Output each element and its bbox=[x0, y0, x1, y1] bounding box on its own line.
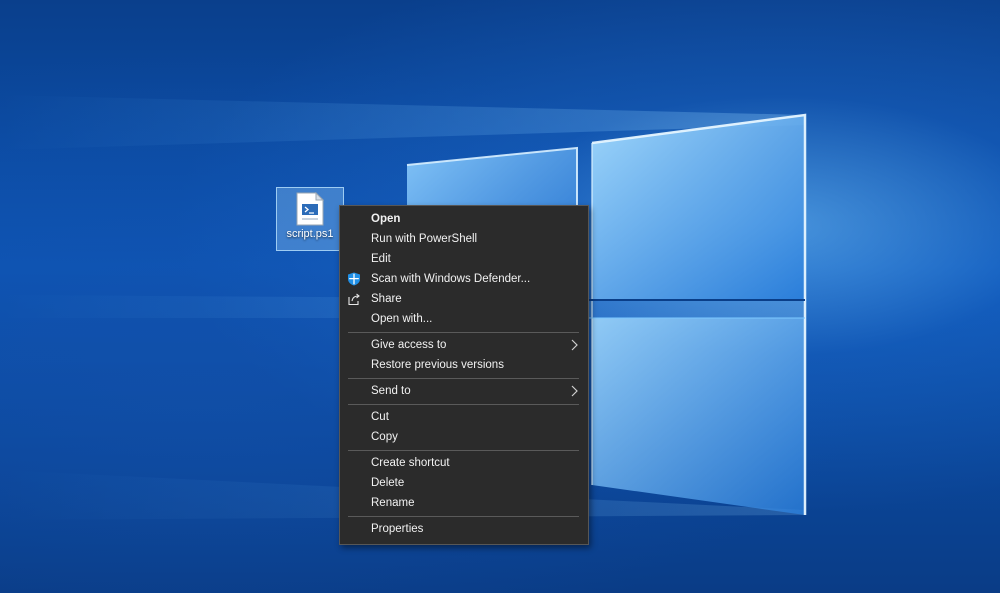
desktop-file-icon[interactable]: script.ps1 bbox=[276, 187, 344, 251]
menu-separator bbox=[348, 450, 579, 451]
menu-separator bbox=[348, 332, 579, 333]
desktop-file-name: script.ps1 bbox=[286, 228, 334, 240]
chevron-right-icon bbox=[569, 381, 579, 401]
menu-item-label: Give access to bbox=[371, 339, 447, 351]
menu-item-label: Share bbox=[371, 293, 402, 305]
menu-item-create-shortcut[interactable]: Create shortcut bbox=[340, 453, 588, 473]
menu-item-run-with-powershell[interactable]: Run with PowerShell bbox=[340, 229, 588, 249]
menu-item-label: Send to bbox=[371, 385, 411, 397]
menu-item-label: Copy bbox=[371, 431, 398, 443]
menu-item-restore-previous-versions[interactable]: Restore previous versions bbox=[340, 355, 588, 375]
share-icon bbox=[347, 292, 361, 306]
menu-item-label: Run with PowerShell bbox=[371, 233, 478, 245]
windows-defender-shield-icon bbox=[347, 272, 361, 286]
menu-item-cut[interactable]: Cut bbox=[340, 407, 588, 427]
menu-separator bbox=[348, 404, 579, 405]
menu-item-give-access-to[interactable]: Give access to bbox=[340, 335, 588, 355]
menu-item-label: Scan with Windows Defender... bbox=[371, 273, 531, 285]
menu-item-scan-with-windows-defender[interactable]: Scan with Windows Defender... bbox=[340, 269, 588, 289]
menu-item-label: Open bbox=[371, 213, 401, 225]
menu-separator bbox=[348, 516, 579, 517]
chevron-right-icon bbox=[569, 335, 579, 355]
menu-item-delete[interactable]: Delete bbox=[340, 473, 588, 493]
menu-item-properties[interactable]: Properties bbox=[340, 519, 588, 539]
context-menu[interactable]: Open Run with PowerShell Edit Scan with Win… bbox=[339, 205, 589, 545]
desktop[interactable]: script.ps1 Open Run with PowerShell Edit Sc… bbox=[0, 0, 1000, 593]
menu-item-label: Open with... bbox=[371, 313, 433, 325]
menu-item-label: Restore previous versions bbox=[371, 359, 504, 371]
menu-item-label: Rename bbox=[371, 497, 415, 509]
menu-item-label: Create shortcut bbox=[371, 457, 450, 469]
menu-item-open[interactable]: Open bbox=[340, 209, 588, 229]
menu-item-label: Cut bbox=[371, 411, 389, 423]
menu-item-copy[interactable]: Copy bbox=[340, 427, 588, 447]
menu-item-edit[interactable]: Edit bbox=[340, 249, 588, 269]
menu-separator bbox=[348, 378, 579, 379]
menu-item-send-to[interactable]: Send to bbox=[340, 381, 588, 401]
menu-item-label: Edit bbox=[371, 253, 391, 265]
menu-item-rename[interactable]: Rename bbox=[340, 493, 588, 513]
menu-item-label: Delete bbox=[371, 477, 405, 489]
menu-item-label: Properties bbox=[371, 523, 424, 535]
menu-item-open-with[interactable]: Open with... bbox=[340, 309, 588, 329]
powershell-file-icon bbox=[296, 192, 324, 226]
menu-item-share[interactable]: Share bbox=[340, 289, 588, 309]
